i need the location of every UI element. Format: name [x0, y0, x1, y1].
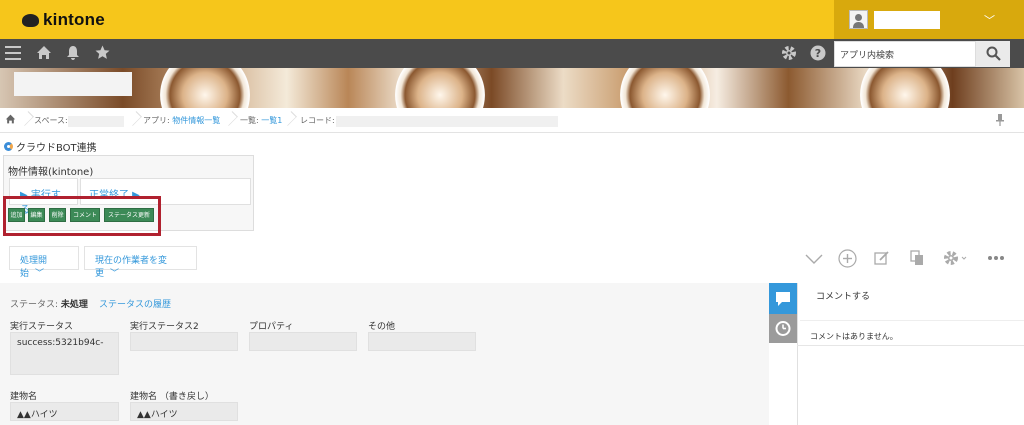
add-record-icon[interactable]	[838, 249, 857, 272]
chevron-down-icon[interactable]: ﹀	[984, 12, 995, 28]
history-clock-icon	[775, 321, 791, 336]
breadcrumb-home-icon[interactable]	[5, 114, 16, 126]
breadcrumb-app-label: アプリ:	[143, 116, 170, 125]
svg-text:?: ?	[815, 47, 821, 60]
kintone-logo[interactable]: kintone	[22, 10, 105, 30]
field-label: 実行ステータス	[10, 322, 74, 332]
highlight-box	[3, 196, 161, 236]
field-label: 建物名 （書き戻し）	[130, 392, 214, 402]
field-value: ▲▲ハイツ	[10, 402, 119, 421]
status-label: ステータス:	[10, 300, 59, 310]
home-icon[interactable]	[36, 45, 52, 64]
settings-gear-icon[interactable]	[781, 45, 797, 65]
chevron-down-icon: ﹀	[35, 269, 45, 279]
notification-bell-icon[interactable]	[66, 45, 80, 64]
no-comments-text: コメントはありません。	[810, 332, 898, 341]
field-value	[368, 332, 476, 351]
change-assignee-label: 現在の作業者を変更	[95, 256, 168, 279]
space-name-redacted[interactable]	[68, 116, 124, 127]
field-label: 実行ステータス2	[130, 322, 199, 332]
user-menu[interactable]: ﹀	[834, 0, 1024, 39]
field-label: 建物名	[10, 392, 38, 402]
pin-icon[interactable]	[996, 114, 1004, 128]
breadcrumb-list[interactable]: 一覧: 一覧1	[240, 115, 282, 126]
record-settings-gear-icon[interactable]	[943, 250, 969, 270]
app-banner-image	[0, 68, 1024, 108]
field-value: success:5321b94c-	[10, 332, 119, 375]
breadcrumb-app[interactable]: アプリ: 物件情報一覧	[143, 115, 220, 126]
plugin-title: クラウドBOT連携	[4, 139, 97, 154]
app-search-input[interactable]: アプリ内検索	[834, 41, 976, 67]
kintone-logo-icon	[22, 13, 39, 27]
change-assignee-dropdown[interactable]: 現在の作業者を変更 ﹀	[84, 246, 197, 279]
logo-text: kintone	[43, 10, 105, 29]
breadcrumb-list-link[interactable]: 一覧1	[261, 116, 282, 125]
breadcrumb-app-link[interactable]: 物件情報一覧	[172, 116, 220, 125]
field-label: プロパティ	[249, 322, 294, 332]
status-history-link[interactable]: ステータスの履歴	[99, 297, 171, 310]
comment-bubble-icon	[776, 292, 790, 306]
breadcrumb-record-label: レコード:	[300, 116, 335, 125]
history-tab[interactable]	[769, 314, 797, 343]
process-start-dropdown[interactable]: 処理開始 ﹀	[9, 246, 79, 279]
field-value	[249, 332, 357, 351]
record-name-redacted	[336, 116, 558, 127]
breadcrumb-list-label: 一覧:	[240, 116, 259, 125]
comment-input[interactable]: コメントする	[800, 283, 1024, 321]
user-name-redacted	[874, 11, 940, 29]
help-icon[interactable]: ?	[810, 45, 826, 65]
field-value: ▲▲ハイツ	[130, 402, 238, 421]
breadcrumb-space-label: スペース:	[34, 116, 68, 125]
search-button[interactable]	[976, 41, 1010, 67]
plugin-title-text: クラウドBOT連携	[16, 143, 97, 154]
field-label: その他	[368, 322, 396, 332]
chevron-down-icon: ﹀	[110, 269, 120, 279]
panel-label: 物件情報(kintone)	[8, 167, 94, 178]
more-options-icon[interactable]	[987, 250, 1005, 270]
menu-icon[interactable]	[5, 46, 21, 62]
search-icon	[986, 46, 1001, 61]
edit-record-icon[interactable]	[874, 250, 890, 270]
field-value	[130, 332, 238, 351]
collapse-chevron-icon[interactable]	[805, 252, 823, 268]
top-header: kintone ﹀	[0, 0, 1024, 39]
status-line: ステータス: 未処理	[10, 297, 88, 310]
favorite-star-icon[interactable]	[95, 45, 110, 64]
cloudbot-logo-icon	[4, 142, 13, 151]
app-title-redacted	[14, 72, 132, 96]
status-value: 未処理	[60, 300, 88, 310]
duplicate-record-icon[interactable]	[910, 250, 924, 270]
comments-tab[interactable]	[769, 283, 797, 314]
breadcrumb: スペース: アプリ: 物件情報一覧 一覧: 一覧1 レコード:	[0, 108, 1024, 133]
divider	[797, 345, 1024, 346]
user-avatar-icon	[849, 10, 868, 29]
